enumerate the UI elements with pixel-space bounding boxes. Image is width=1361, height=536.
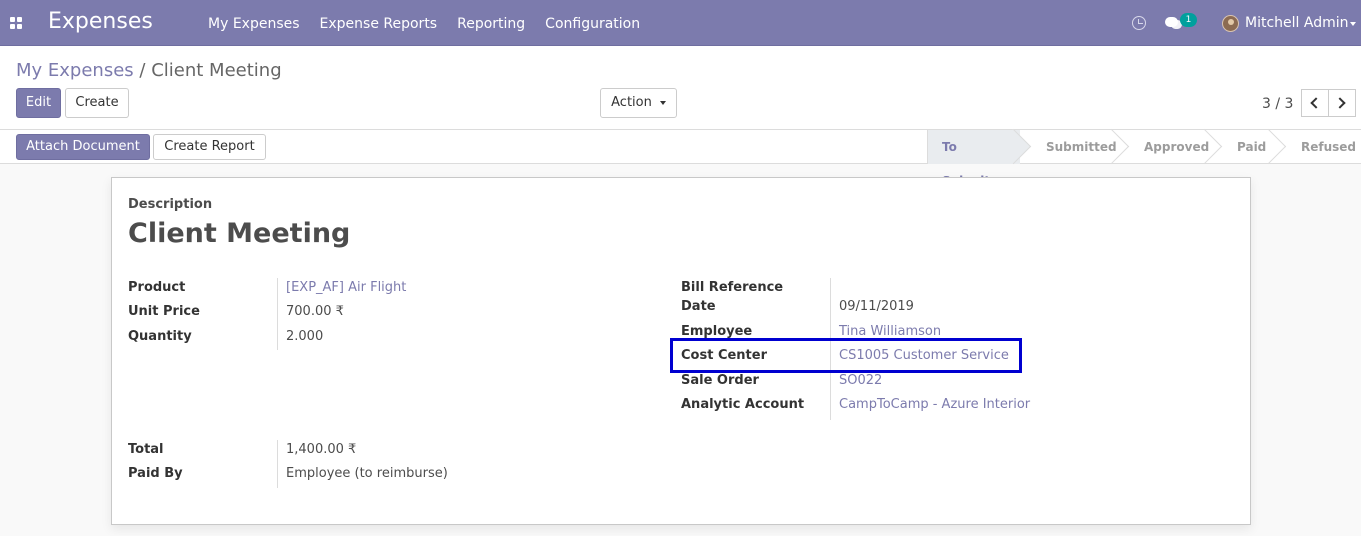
top-navbar: Expenses My Expenses Expense Reports Rep… xyxy=(0,0,1361,46)
sale-order-value[interactable]: SO022 xyxy=(839,373,882,388)
notification-badge: 1 xyxy=(1180,13,1197,27)
caret-down-icon xyxy=(659,100,666,105)
analytic-account-value[interactable]: CampToCamp - Azure Interior xyxy=(839,397,1030,412)
quantity-label: Quantity xyxy=(128,329,192,344)
unit-price-value: 700.00 ₹ xyxy=(286,304,344,319)
total-value: 1,400.00 ₹ xyxy=(286,442,357,457)
create-button[interactable]: Create xyxy=(65,88,129,118)
control-panel: My Expenses / Client Meeting Edit Create… xyxy=(0,46,1361,130)
main-menu: My Expenses Expense Reports Reporting Co… xyxy=(198,0,650,46)
apps-menu-icon[interactable] xyxy=(10,17,22,29)
breadcrumb-current: Client Meeting xyxy=(151,60,282,81)
date-label: Date xyxy=(681,299,716,314)
product-value[interactable]: [EXP_AF] Air Flight xyxy=(286,280,406,295)
product-label: Product xyxy=(128,280,186,295)
menu-reporting[interactable]: Reporting xyxy=(447,0,535,46)
chevron-down-icon[interactable] xyxy=(1350,22,1356,26)
unit-price-label: Unit Price xyxy=(128,304,200,319)
stage-approved[interactable]: Approved xyxy=(1118,130,1211,164)
description-label: Description xyxy=(128,197,213,212)
left-group-divider xyxy=(277,278,278,350)
stage-to-submit[interactable]: To Submit xyxy=(927,130,1020,188)
stage-pipeline: To Submit Submitted Approved Paid Refuse… xyxy=(927,130,1361,188)
paid-by-label: Paid By xyxy=(128,466,183,481)
stage-refused[interactable]: Refused xyxy=(1275,130,1361,164)
user-avatar[interactable] xyxy=(1222,15,1239,32)
expense-title: Client Meeting xyxy=(128,218,351,249)
sale-order-label: Sale Order xyxy=(681,373,759,388)
chevron-left-icon xyxy=(1310,97,1322,109)
bill-reference-label: Bill Reference xyxy=(681,280,784,295)
menu-configuration[interactable]: Configuration xyxy=(535,0,650,46)
date-value: 09/11/2019 xyxy=(839,299,914,314)
expense-form-sheet: Description Client Meeting Product [EXP_… xyxy=(111,177,1251,525)
breadcrumb-separator: / xyxy=(139,60,146,81)
action-label: Action xyxy=(611,95,652,110)
stage-submitted[interactable]: Submitted xyxy=(1020,130,1118,164)
total-label: Total xyxy=(128,442,164,457)
employee-label: Employee xyxy=(681,324,753,339)
analytic-account-label: Analytic Account xyxy=(681,397,805,412)
menu-my-expenses[interactable]: My Expenses xyxy=(198,0,310,46)
employee-value[interactable]: Tina Williamson xyxy=(839,324,941,339)
breadcrumb: My Expenses / Client Meeting xyxy=(16,60,282,81)
chevron-right-icon xyxy=(1334,97,1346,109)
quantity-value: 2.000 xyxy=(286,329,324,344)
action-dropdown[interactable]: Action xyxy=(600,88,677,118)
breadcrumb-parent[interactable]: My Expenses xyxy=(16,60,134,81)
pager-next-button[interactable] xyxy=(1328,89,1356,117)
status-bar: Attach Document Create Report To Submit … xyxy=(0,130,1361,188)
activity-clock-icon[interactable] xyxy=(1132,16,1146,30)
user-menu[interactable]: Mitchell Admin xyxy=(1245,15,1349,31)
paid-by-value: Employee (to reimburse) xyxy=(286,466,448,481)
bottom-group-divider xyxy=(277,440,278,488)
attach-document-button[interactable]: Attach Document xyxy=(16,134,150,160)
cost-center-highlight-box xyxy=(670,338,1022,373)
create-report-button[interactable]: Create Report xyxy=(153,134,266,160)
pager-value: 3 / 3 xyxy=(1262,96,1294,112)
pager-previous-button[interactable] xyxy=(1301,89,1329,117)
edit-button[interactable]: Edit xyxy=(16,88,61,118)
menu-expense-reports[interactable]: Expense Reports xyxy=(310,0,448,46)
app-title[interactable]: Expenses xyxy=(48,9,153,34)
